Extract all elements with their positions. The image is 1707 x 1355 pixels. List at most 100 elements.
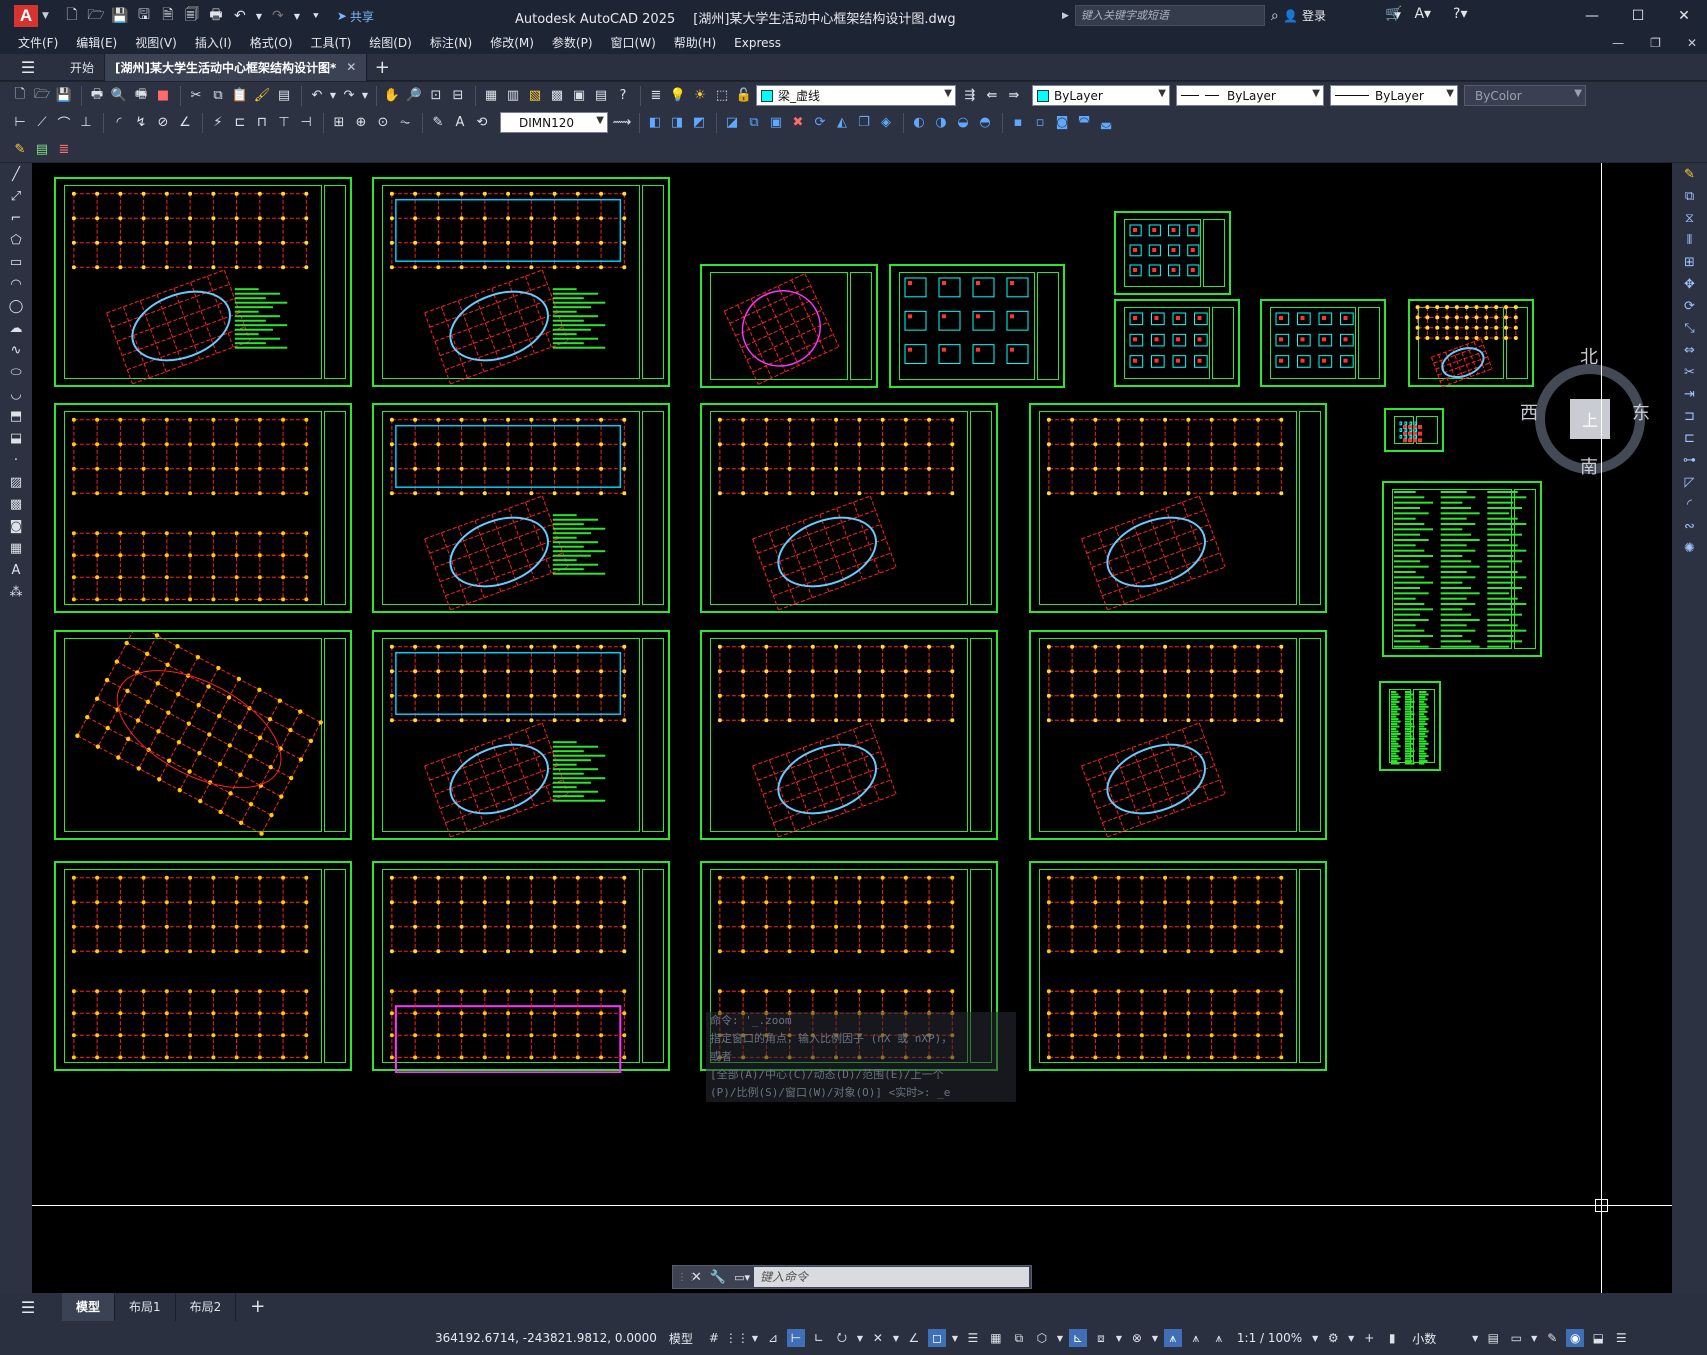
menu-window[interactable]: 窗口(W)	[602, 32, 665, 54]
annotation-scale-value[interactable]: 1:1 / 100%	[1237, 1331, 1302, 1345]
drag-handle-icon[interactable]: ⋮⋮	[677, 1272, 697, 1283]
dynamic-ucs-icon[interactable]: ⊾	[1068, 1329, 1087, 1347]
annotation-visibility-icon[interactable]: ⩚	[1163, 1329, 1182, 1347]
taper-faces-icon[interactable]: ◭	[832, 113, 852, 133]
menu-draw[interactable]: 绘图(D)	[360, 32, 421, 54]
rotate-icon[interactable]: ⟳	[1672, 295, 1707, 317]
auto-scale-icon[interactable]: ⩚	[1187, 1329, 1205, 1347]
layer-state-icon[interactable]: ⇛	[1004, 86, 1024, 106]
annotation-scale-icon[interactable]: ⩚	[1210, 1329, 1228, 1347]
recent-commands-icon[interactable]: ▭▾	[734, 1271, 750, 1284]
plot-preview-icon[interactable]: 🔍	[109, 86, 129, 106]
chevron-down-icon[interactable]: ▼	[1530, 1329, 1538, 1347]
menu-parametric[interactable]: 参数(P)	[543, 32, 602, 54]
chevron-right-icon[interactable]: ▶	[1062, 11, 1069, 21]
jogged-linear-icon[interactable]: ⏦	[395, 113, 415, 133]
close-icon[interactable]: ✕	[691, 1270, 702, 1285]
selection-filter-icon[interactable]: ⧈	[1092, 1329, 1110, 1347]
gradient-icon[interactable]: ▩	[0, 493, 32, 515]
menu-format[interactable]: 格式(O)	[241, 32, 302, 54]
properties-icon[interactable]: ▦	[481, 86, 501, 106]
layer-properties-icon[interactable]: ≣	[646, 86, 666, 106]
tab-layout2[interactable]: 布局2	[176, 1293, 237, 1321]
tolerance-icon[interactable]: ⊞	[329, 113, 349, 133]
array-icon[interactable]: ⊞	[1672, 251, 1707, 273]
layer-walk-icon[interactable]: ≣	[54, 139, 74, 159]
units-value[interactable]: 小数	[1412, 1330, 1436, 1347]
shell-icon[interactable]: ◓	[975, 113, 995, 133]
chevron-down-icon[interactable]: ▼	[1151, 1329, 1159, 1347]
menu-view[interactable]: 视图(V)	[126, 32, 186, 54]
close-window-button[interactable]: ✕	[1661, 0, 1707, 32]
units-icon[interactable]: ▮	[1383, 1329, 1401, 1347]
sheet-set-icon[interactable]: ▩	[547, 86, 567, 106]
extrude-icon[interactable]: ▫	[1030, 113, 1050, 133]
grid-icon[interactable]: #	[705, 1329, 723, 1347]
arc-length-icon[interactable]: ⌒	[54, 113, 74, 133]
block-editor-icon[interactable]: ▤	[274, 86, 294, 106]
inspection-icon[interactable]: ⊙	[373, 113, 393, 133]
tab-drawing[interactable]: [湖州]某大学生活动中心框架结构设计图* ✕	[105, 53, 368, 81]
edit-text-icon[interactable]: ✎	[10, 139, 30, 159]
infer-constraints-icon[interactable]: ⊿	[764, 1329, 782, 1347]
cart-icon[interactable]: 🛒	[1385, 6, 1402, 22]
jogged-icon[interactable]: ↯	[131, 113, 151, 133]
table-icon[interactable]: ▦	[0, 537, 32, 559]
close-tab-icon[interactable]: ✕	[346, 60, 356, 74]
zoom-realtime-icon[interactable]: 🔎	[404, 86, 424, 106]
zoom-previous-icon[interactable]: ⊟	[448, 86, 468, 106]
save-icon[interactable]: 💾	[54, 86, 74, 106]
move-faces-icon[interactable]: ⧉	[744, 113, 764, 133]
save-web-icon[interactable]: 🗐	[183, 7, 201, 25]
extrude-faces-icon[interactable]: ◪	[722, 113, 742, 133]
center-mark-icon[interactable]: ⊕	[351, 113, 371, 133]
dimstyle-manager-icon[interactable]: ⟿	[612, 113, 632, 133]
region-icon[interactable]: ◙	[0, 515, 32, 537]
layer-viewport-icon[interactable]: ⬚	[712, 86, 732, 106]
chevron-down-icon[interactable]: ▼	[892, 1329, 900, 1347]
clean-screen-icon[interactable]: ⬓	[1589, 1329, 1607, 1347]
doc-close-button[interactable]: ✕	[1687, 32, 1697, 54]
chevron-down-icon[interactable]: ▼	[1115, 1329, 1123, 1347]
break-icon[interactable]: ⊏	[1672, 427, 1707, 449]
command-input[interactable]: 键入命令	[754, 1267, 1029, 1287]
multiline-text-icon[interactable]: A	[0, 559, 32, 581]
radius-icon[interactable]: ◜	[109, 113, 129, 133]
chevron-down-icon[interactable]: ▼	[1347, 1329, 1355, 1347]
make-current-layer-icon[interactable]: ⇶	[960, 86, 980, 106]
trim-icon[interactable]: ✂	[1672, 361, 1707, 383]
line-icon[interactable]: ╱	[0, 163, 32, 185]
blend-curves-icon[interactable]: ∾	[1672, 515, 1707, 537]
viewcube[interactable]: 上 北 南 东 西	[1520, 347, 1650, 479]
layer-lock-icon[interactable]: 🔓	[734, 86, 754, 106]
new-icon[interactable]: 🗋	[10, 86, 30, 106]
imprint-icon[interactable]: ◐	[909, 113, 929, 133]
match-properties-icon[interactable]: 🖌	[252, 86, 272, 106]
plotstyle-dropdown[interactable]: ByColor ▼	[1464, 85, 1586, 106]
polygon-icon[interactable]: ⬠	[0, 229, 32, 251]
tab-model[interactable]: 模型	[62, 1293, 116, 1321]
hatch-icon[interactable]: ▨	[0, 471, 32, 493]
markup-icon[interactable]: ▣	[569, 86, 589, 106]
color-dropdown[interactable]: ByLayer ▼	[1032, 85, 1170, 106]
doc-restore-button[interactable]: ❐	[1650, 32, 1661, 54]
point-icon[interactable]: ·	[0, 449, 32, 471]
ellipse-arc-icon[interactable]: ◡	[0, 383, 32, 405]
layer-dropdown[interactable]: 梁_虚线 ▼	[756, 85, 956, 106]
subtract-icon[interactable]: ◨	[667, 113, 687, 133]
polar-tracking-icon[interactable]: ⭮	[833, 1329, 851, 1347]
zoom-window-icon[interactable]: ⊡	[426, 86, 446, 106]
redo-icon[interactable]: ↷	[339, 86, 359, 106]
undo-icon[interactable]: ↶	[307, 86, 327, 106]
layer-thaw-icon[interactable]: ☀	[690, 86, 710, 106]
fillet-icon[interactable]: ◜	[1672, 493, 1707, 515]
autodesk-account-icon[interactable]: A▾	[1414, 6, 1431, 22]
share-button[interactable]: ➤ 共享	[337, 8, 374, 25]
snap-icon[interactable]: ⋮⋮	[725, 1329, 749, 1347]
ortho-icon[interactable]: ∟	[810, 1329, 828, 1347]
drawing-canvas[interactable]: 上 北 南 东 西	[32, 163, 1672, 1293]
gizmo-icon[interactable]: ⊗	[1128, 1329, 1146, 1347]
dimension-break-icon[interactable]: ⊣	[296, 113, 316, 133]
aligned-dimension-icon[interactable]: ⟋	[32, 113, 52, 133]
undo-icon[interactable]: ↶	[231, 7, 249, 25]
